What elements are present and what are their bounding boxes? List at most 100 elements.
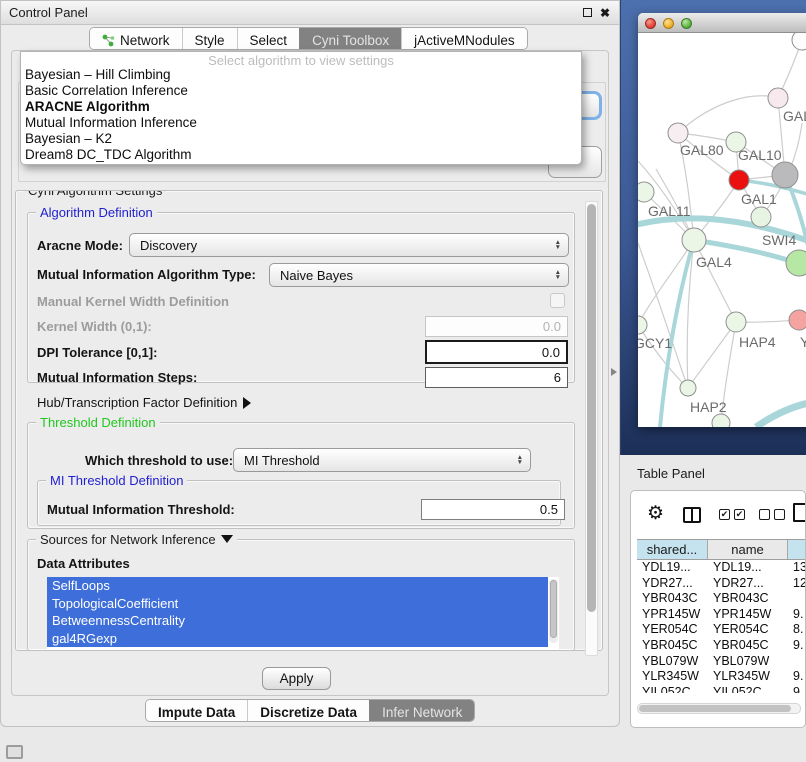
network-desktop: GAL GAL80 GAL10 GAL1 GAL11 SWI4 GAL4 GCY… <box>620 0 806 455</box>
combo-arrows-icon: ▲▼ <box>517 455 523 465</box>
aracne-mode-select[interactable]: Discovery ▲▼ <box>129 233 569 257</box>
mi-threshold-label: Mutual Information Threshold: <box>47 502 235 517</box>
algorithm-option[interactable]: Bayesian – Hill Climbing <box>24 67 574 83</box>
tab-jactivemnodules[interactable]: jActiveMNodules <box>401 28 527 49</box>
close-traffic-icon[interactable] <box>645 18 656 29</box>
tab-cyni-toolbox[interactable]: Cyni Toolbox <box>299 28 401 49</box>
control-panel-window: Control Panel ✖ Network Style Select Cyn… <box>0 0 620 727</box>
node-gal11[interactable] <box>638 182 654 202</box>
mi-algorithm-type-select[interactable]: Naive Bayes ▲▼ <box>269 263 569 287</box>
apply-button[interactable]: Apply <box>262 667 331 690</box>
tab-style[interactable]: Style <box>182 28 237 49</box>
node-hap4[interactable] <box>726 312 746 332</box>
checked-checkbox-icon[interactable]: ✔ <box>734 509 745 520</box>
node-hap2[interactable] <box>680 380 696 396</box>
node-salmon[interactable] <box>789 310 806 330</box>
attribute-item[interactable]: SelfLoops <box>47 577 548 595</box>
attribute-item[interactable]: gal4RGexp <box>47 630 548 648</box>
settings-scrollbar[interactable] <box>585 201 598 656</box>
algorithm-option[interactable]: Mutual Information Inference <box>24 115 574 131</box>
cyni-bottom-tabs: Impute Data Discretize Data Infer Networ… <box>145 699 475 722</box>
checked-checkbox-icon[interactable]: ✔ <box>719 509 730 520</box>
network-icon <box>102 34 115 47</box>
network-graph: GAL GAL80 GAL10 GAL1 GAL11 SWI4 GAL4 GCY… <box>638 33 806 427</box>
unchecked-checkbox-icon[interactable] <box>759 509 770 520</box>
node[interactable] <box>792 33 806 50</box>
columns-icon[interactable] <box>683 507 701 523</box>
node[interactable] <box>712 414 730 427</box>
tab-discretize-data[interactable]: Discretize Data <box>247 700 369 721</box>
table-header-row: shared... name <box>637 539 806 560</box>
document-icon[interactable] <box>793 503 806 522</box>
threshold-definition-title: Threshold Definition <box>36 415 160 430</box>
algorithm-option[interactable]: Dream8 DC_TDC Algorithm <box>24 147 574 163</box>
dpi-tolerance-field[interactable]: 0.0 <box>425 340 568 364</box>
algorithm-definition-title: Algorithm Definition <box>36 205 157 220</box>
float-window-icon[interactable] <box>581 7 593 19</box>
node-gray[interactable] <box>772 162 798 188</box>
algorithm-option[interactable]: Bayesian – K2 <box>24 131 574 147</box>
table-row[interactable]: YBL079WYBL079W <box>637 654 806 670</box>
table-horizontal-scrollbar[interactable] <box>637 703 801 714</box>
column-header-shared[interactable]: shared... <box>637 540 708 559</box>
network-view-window: GAL GAL80 GAL10 GAL1 GAL11 SWI4 GAL4 GCY… <box>638 13 806 427</box>
node-gal[interactable] <box>768 88 788 108</box>
data-attributes-label: Data Attributes <box>37 556 130 571</box>
zoom-traffic-icon[interactable] <box>681 18 692 29</box>
restore-panel-icon[interactable] <box>6 745 23 759</box>
table-panel: ⚙ ✔ ✔ shared... name YDL19...YDL19...13 … <box>630 490 806 728</box>
table-panel-title: Table Panel <box>637 466 705 481</box>
node-gal4[interactable] <box>682 228 706 252</box>
sources-group-title[interactable]: Sources for Network Inference <box>36 532 237 547</box>
attribute-list-scrollbar[interactable] <box>549 579 558 643</box>
which-threshold-select[interactable]: MI Threshold ▲▼ <box>233 448 531 472</box>
algorithm-option-selected[interactable]: ARACNE Algorithm <box>24 99 574 115</box>
table-row[interactable]: YDR27...YDR27...12 <box>637 576 806 592</box>
gear-icon[interactable]: ⚙ <box>647 504 664 523</box>
node-green[interactable] <box>786 250 806 276</box>
table-row[interactable]: YBR045CYBR045C9. <box>637 638 806 654</box>
node-label: HAP2 <box>690 399 727 415</box>
table-row[interactable]: YDL19...YDL19...13 <box>637 560 806 576</box>
table-row[interactable]: YBR043CYBR043C <box>637 591 806 607</box>
mi-steps-field[interactable]: 6 <box>425 367 568 388</box>
scrollbar-thumb[interactable] <box>639 705 791 712</box>
tab-impute-data[interactable]: Impute Data <box>146 700 247 721</box>
column-header-clipped[interactable] <box>788 540 806 559</box>
node-label: GAL11 <box>648 203 691 219</box>
table-row[interactable]: YPR145WYPR145W9. <box>637 607 806 623</box>
settings-scrollbar-thumb[interactable] <box>587 204 596 612</box>
kernel-width-field[interactable]: 0.0 <box>425 316 568 337</box>
control-panel-tabs: Network Style Select Cyni Toolbox jActiv… <box>89 27 528 50</box>
unchecked-checkbox-icon[interactable] <box>774 509 785 520</box>
expand-right-icon <box>243 397 251 409</box>
node-table: shared... name YDL19...YDL19...13 YDR27.… <box>637 539 806 693</box>
attribute-item[interactable]: BetweennessCentrality <box>47 612 548 630</box>
close-icon[interactable]: ✖ <box>599 7 611 19</box>
minimize-traffic-icon[interactable] <box>663 18 674 29</box>
panel-title: Control Panel <box>9 5 88 20</box>
control-panel-titlebar: Control Panel ✖ <box>1 1 619 25</box>
tab-network[interactable]: Network <box>90 28 182 49</box>
node-gal1-selected[interactable] <box>729 170 749 190</box>
manual-kernel-width-checkbox[interactable] <box>550 293 565 308</box>
hub-definition-expander[interactable]: Hub/Transcription Factor Definition <box>37 395 251 410</box>
table-row[interactable]: YER054CYER054C8. <box>637 622 806 638</box>
table-row[interactable]: YLR345WYLR345W9. <box>637 669 806 685</box>
network-canvas[interactable]: GAL GAL80 GAL10 GAL1 GAL11 SWI4 GAL4 GCY… <box>638 33 806 427</box>
attribute-item[interactable]: TopologicalCoefficient <box>47 595 548 613</box>
algorithm-option[interactable]: Basic Correlation Inference <box>24 83 574 99</box>
combo-arrows-icon: ▲▼ <box>555 240 561 250</box>
node-gcy1[interactable] <box>638 316 647 334</box>
aracne-mode-label: Aracne Mode: <box>37 238 123 253</box>
mi-threshold-field[interactable]: 0.5 <box>421 499 565 520</box>
table-row-clipped[interactable]: YIL052CYIL052C9 <box>637 685 806 693</box>
node-swi4[interactable] <box>751 207 771 227</box>
node-gal80[interactable] <box>668 123 688 143</box>
tab-select[interactable]: Select <box>237 28 300 49</box>
node-label: Y <box>800 334 806 350</box>
panel-divider-arrow[interactable] <box>611 368 617 376</box>
network-window-titlebar[interactable] <box>638 13 806 33</box>
tab-infer-network[interactable]: Infer Network <box>369 700 474 721</box>
column-header-name[interactable]: name <box>708 540 788 559</box>
